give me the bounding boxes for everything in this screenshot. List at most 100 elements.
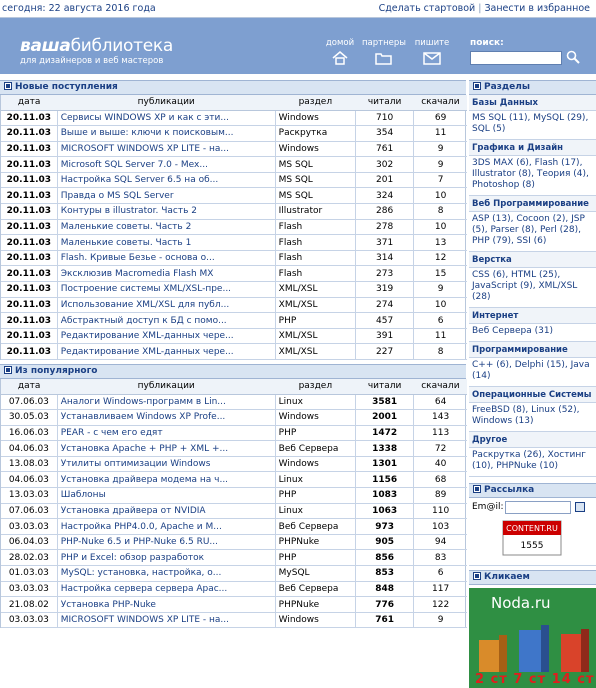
- new-section-title: Новые поступления: [15, 82, 118, 92]
- row-title-link[interactable]: Установка Apache + PHP + XML +...: [56, 440, 276, 457]
- row-title-link[interactable]: Установка драйвера модема на ч...: [56, 471, 276, 489]
- row-section: Windows: [274, 612, 356, 629]
- row-title-link[interactable]: MySQL: установка, настройка, о...: [56, 565, 276, 582]
- table-row: 04.06.03 Установка Apache + PHP + XML +..…: [1, 440, 467, 457]
- category-links[interactable]: MS SQL (11), MySQL (29), SQL (5): [469, 111, 596, 140]
- row-title-link[interactable]: Контуры в illustrator. Часть 2: [56, 203, 276, 220]
- folder-icon: [375, 53, 392, 65]
- row-title-link[interactable]: Правда о MS SQL Server: [56, 187, 276, 205]
- row-title-link[interactable]: Flash. Кривые Безье - основа о...: [56, 250, 276, 267]
- category-links[interactable]: CSS (6), HTML (25), JavaScript (9), XML/…: [469, 268, 596, 308]
- row-title-link[interactable]: Абстрактный доступ к БД с помо...: [56, 312, 276, 329]
- row-title-link[interactable]: MICROSOFT WINDOWS XP LITE - на...: [56, 141, 276, 158]
- row-reads: 319: [354, 281, 414, 298]
- row-title-link[interactable]: Утилиты оптимизации Windows: [56, 456, 276, 473]
- table-row: 20.11.03 Настройка SQL Server 6.5 на об..…: [1, 172, 467, 189]
- row-reads: 973: [354, 518, 414, 535]
- row-title-link[interactable]: Настройка PHP4.0.0, Apache и M...: [56, 518, 276, 535]
- category-links[interactable]: ASP (13), Cocoon (2), JSP (5), Parser (8…: [469, 212, 596, 252]
- row-title-link[interactable]: PEAR - с чем его едят: [56, 425, 276, 442]
- row-title-link[interactable]: Эксклюзив Macromedia Flash MX: [56, 265, 276, 283]
- row-date: 01.03.03: [1, 565, 58, 582]
- ads-title: Кликаем: [484, 572, 530, 582]
- row-title-link[interactable]: Шаблоны: [56, 487, 276, 504]
- set-homepage-link[interactable]: Сделать стартовой: [379, 3, 476, 14]
- row-downloads: 9: [413, 141, 467, 158]
- row-reads: 227: [354, 343, 414, 360]
- row-reads: 278: [354, 219, 414, 236]
- row-downloads: 7: [413, 172, 467, 189]
- row-date: 20.11.03: [1, 265, 58, 283]
- search-icon[interactable]: [566, 50, 580, 64]
- column-header: дата: [1, 95, 58, 111]
- counter-badge[interactable]: CONTENT.RU 1555: [502, 520, 562, 556]
- current-date: сегодня: 22 августа 2016 года: [2, 3, 156, 14]
- row-reads: 856: [354, 549, 414, 567]
- row-section: Flash: [274, 250, 356, 267]
- subscribe-button[interactable]: [575, 502, 585, 512]
- top-bar: сегодня: 22 августа 2016 года Сделать ст…: [0, 0, 596, 18]
- search-input[interactable]: [470, 51, 562, 65]
- row-title-link[interactable]: Microsoft SQL Server 7.0 - Mex...: [56, 156, 276, 173]
- row-title-link[interactable]: Настройка сервера сервера Apac...: [56, 581, 276, 598]
- row-section: Веб Сервера: [274, 518, 356, 535]
- row-title-link[interactable]: Установка драйвера от NVIDIA: [56, 503, 276, 520]
- row-reads: 457: [354, 312, 414, 329]
- row-reads: 761: [354, 612, 414, 629]
- category-links[interactable]: Веб Сервера (31): [469, 324, 596, 342]
- row-title-link[interactable]: Построение системы XML/XSL-пре...: [56, 281, 276, 298]
- add-bookmark-link[interactable]: Занести в избранное: [484, 3, 590, 14]
- row-downloads: 117: [413, 581, 467, 598]
- row-section: Flash: [274, 265, 356, 283]
- ad-banner[interactable]: Noda.ru 2 ст 7 ст 14 ст: [469, 588, 596, 688]
- row-section: Веб Сервера: [274, 440, 356, 457]
- row-title-link[interactable]: Настройка SQL Server 6.5 на об...: [56, 172, 276, 189]
- category-heading: Операционные Системы: [469, 387, 596, 403]
- category-links[interactable]: C++ (6), Delphi (15), Java (14): [469, 358, 596, 387]
- row-title-link[interactable]: MICROSOFT WINDOWS XP LITE - на...: [56, 612, 276, 629]
- nav-home[interactable]: домой: [318, 38, 362, 65]
- row-date: 03.03.03: [1, 518, 58, 535]
- row-title-link[interactable]: PHP-Nuke 6.5 и PHP-Nuke 6.5 RU...: [56, 534, 276, 551]
- row-section: Windows: [274, 456, 356, 473]
- row-reads: 1156: [354, 471, 414, 489]
- row-reads: 314: [354, 250, 414, 267]
- row-section: PHPNuke: [274, 596, 356, 613]
- row-title-link[interactable]: PHP и Excel: обзор разработок: [56, 549, 276, 567]
- column-header: скачали: [413, 95, 467, 111]
- table-row: 13.03.03 Шаблоны PHP 1083 89: [1, 487, 467, 504]
- new-publications-table: дата публикации раздел читали скачали 20.11.…: [1, 95, 467, 360]
- category-heading: Веб Программирование: [469, 196, 596, 212]
- row-title-link[interactable]: Маленькие советы. Часть 2: [56, 219, 276, 236]
- row-section: Linux: [274, 503, 356, 520]
- row-section: XML/XSL: [274, 281, 356, 298]
- row-title-link[interactable]: Редактирование XML-данных чере...: [56, 343, 276, 360]
- site-logo[interactable]: вашабиблиотека для дизайнеров и веб маст…: [20, 38, 173, 67]
- row-title-link[interactable]: Выше и выше: ключи к поисковым...: [56, 125, 276, 142]
- row-title-link[interactable]: Маленькие советы. Часть 1: [56, 234, 276, 251]
- row-date: 20.11.03: [1, 328, 58, 345]
- nav-partners[interactable]: партнеры: [362, 38, 406, 65]
- category-links[interactable]: Раскрутка (26), Хостинг (10), PHPNuke (1…: [469, 448, 596, 477]
- home-icon: [332, 51, 348, 65]
- row-title-link[interactable]: Использование XML/XSL для публ...: [56, 297, 276, 314]
- logo-tagline: для дизайнеров и веб мастеров: [20, 56, 164, 66]
- mail-icon: [423, 52, 441, 65]
- counter-value: 1555: [521, 541, 544, 551]
- row-title-link[interactable]: Сервисы WINDOWS XP и как с эти...: [56, 110, 276, 127]
- table-row: 20.11.03 Использование XML/XSL для публ..…: [1, 297, 467, 314]
- category-links[interactable]: 3DS MAX (6), Flash (17), Illustrator (8)…: [469, 156, 596, 196]
- table-row: 28.02.03 PHP и Excel: обзор разработок PHP…: [1, 549, 467, 567]
- row-title-link[interactable]: Редактирование XML-данных чере...: [56, 328, 276, 345]
- row-reads: 761: [354, 141, 414, 158]
- row-downloads: 89: [413, 487, 467, 504]
- new-section-header: Новые поступления: [0, 80, 466, 95]
- row-title-link[interactable]: Установка PHP-Nuke: [56, 596, 276, 613]
- row-title-link[interactable]: Устанавливаем Windows XP Profe...: [56, 409, 276, 426]
- popular-publications-body: 07.06.03 Аналоги Windows-программ в Lin..…: [1, 394, 467, 629]
- nav-write[interactable]: пишите: [410, 38, 454, 65]
- category-links[interactable]: FreeBSD (8), Linux (52), Windows (13): [469, 403, 596, 432]
- row-downloads: 15: [413, 265, 467, 283]
- email-field[interactable]: [505, 501, 571, 514]
- row-title-link[interactable]: Аналоги Windows-программ в Lin...: [56, 394, 276, 411]
